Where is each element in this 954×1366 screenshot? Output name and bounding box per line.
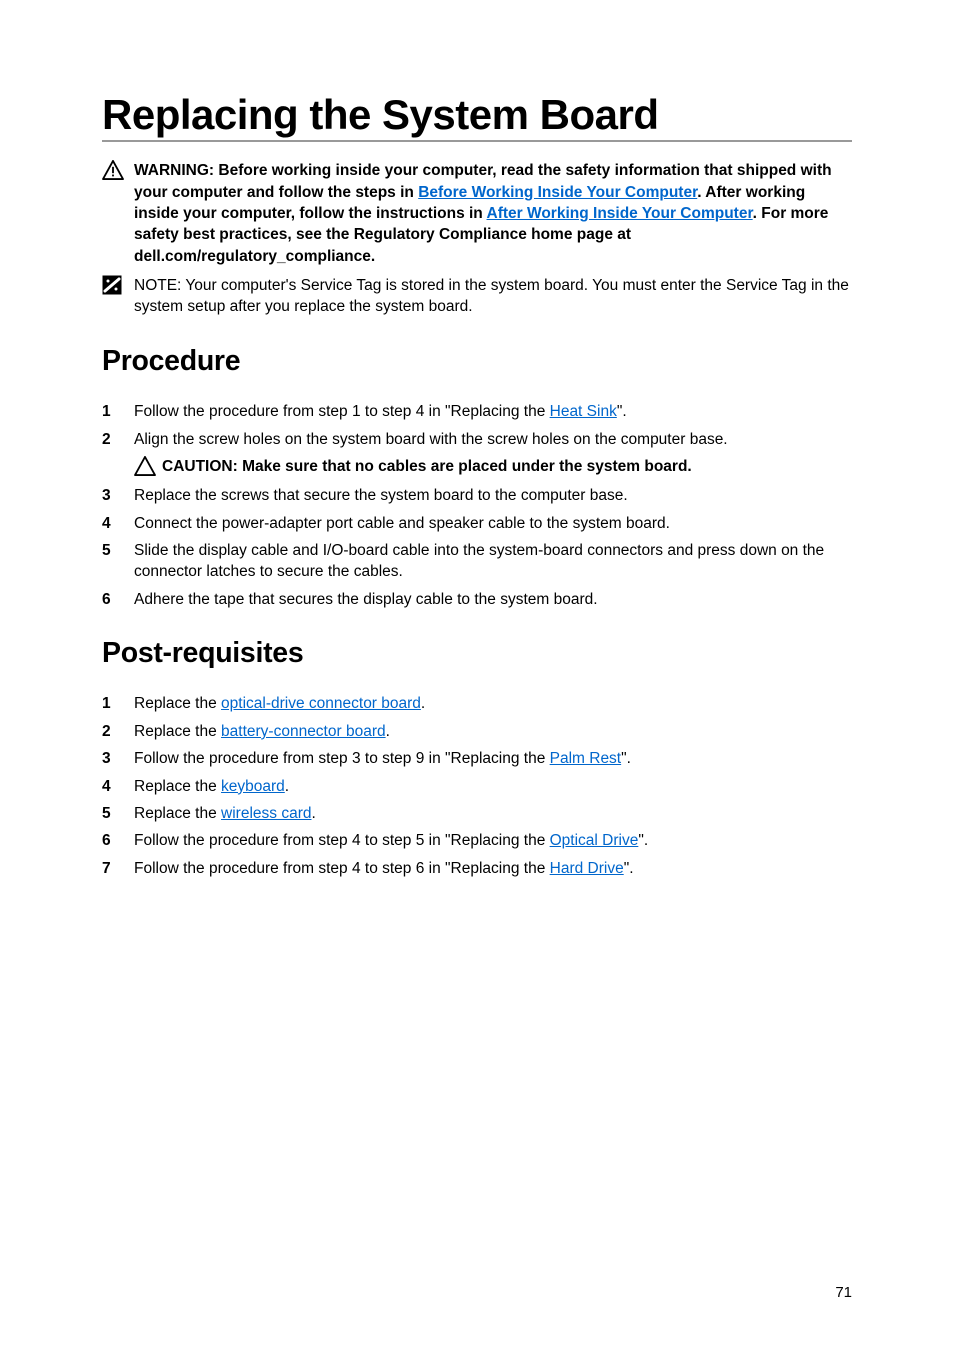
caution-callout: CAUTION: Make sure that no cables are pl… (134, 456, 852, 477)
step-text: Replace the (134, 805, 221, 822)
step-text: ". (624, 860, 634, 877)
step-text: Follow the procedure from step 4 to step… (134, 832, 550, 849)
link-hard-drive[interactable]: Hard Drive (550, 860, 624, 877)
step-number: 5 (102, 540, 134, 561)
post-requisites-list: 1 Replace the optical-drive connector bo… (102, 693, 852, 879)
step-text: Replace the (134, 695, 221, 712)
caution-text: CAUTION: Make sure that no cables are pl… (162, 456, 852, 477)
link-heat-sink[interactable]: Heat Sink (550, 403, 617, 420)
warning-icon (102, 160, 134, 180)
step-text: ". (638, 832, 648, 849)
step-number: 2 (102, 721, 134, 742)
step-text: Replace the (134, 778, 221, 795)
step-number: 7 (102, 858, 134, 879)
step-number: 4 (102, 776, 134, 797)
step-text: Follow the procedure from step 1 to step… (134, 403, 550, 420)
step-text: Replace the screws that secure the syste… (134, 485, 852, 506)
caution-icon (134, 456, 162, 476)
step-text: . (421, 695, 425, 712)
procedure-list-cont: 3 Replace the screws that secure the sys… (102, 485, 852, 610)
step-text: Slide the display cable and I/O-board ca… (134, 540, 852, 583)
procedure-heading: Procedure (102, 342, 852, 381)
step-text: ". (621, 750, 631, 767)
link-keyboard[interactable]: keyboard (221, 778, 285, 795)
page-number: 71 (835, 1283, 852, 1304)
link-optical-drive-connector-board[interactable]: optical-drive connector board (221, 695, 421, 712)
note-icon (102, 275, 134, 295)
step-number: 6 (102, 589, 134, 610)
step-number: 2 (102, 429, 134, 450)
step-number: 5 (102, 803, 134, 824)
step-text: ". (617, 403, 627, 420)
step-number: 3 (102, 748, 134, 769)
step-text: . (386, 723, 390, 740)
note-callout: NOTE: Your computer's Service Tag is sto… (102, 275, 852, 318)
link-battery-connector-board[interactable]: battery-connector board (221, 723, 386, 740)
step-number: 3 (102, 485, 134, 506)
link-after-working[interactable]: After Working Inside Your Computer (487, 205, 753, 222)
post-requisites-heading: Post-requisites (102, 634, 852, 673)
step-text: Follow the procedure from step 3 to step… (134, 750, 550, 767)
link-palm-rest[interactable]: Palm Rest (550, 750, 622, 767)
link-before-working[interactable]: Before Working Inside Your Computer (418, 184, 697, 201)
step-text: Connect the power-adapter port cable and… (134, 513, 852, 534)
link-optical-drive[interactable]: Optical Drive (550, 832, 639, 849)
link-wireless-card[interactable]: wireless card (221, 805, 311, 822)
step-text: Align the screw holes on the system boar… (134, 429, 852, 450)
note-text: Your computer's Service Tag is stored in… (134, 277, 849, 315)
note-prefix: NOTE: (134, 277, 185, 294)
warning-callout: WARNING: Before working inside your comp… (102, 160, 852, 267)
step-text: Follow the procedure from step 4 to step… (134, 860, 550, 877)
step-text: Replace the (134, 723, 221, 740)
step-number: 1 (102, 693, 134, 714)
step-text: . (285, 778, 289, 795)
step-text: Adhere the tape that secures the display… (134, 589, 852, 610)
title-divider (102, 140, 852, 142)
step-text: . (311, 805, 315, 822)
step-number: 4 (102, 513, 134, 534)
procedure-list: 1 Follow the procedure from step 1 to st… (102, 401, 852, 450)
step-number: 1 (102, 401, 134, 422)
page-title: Replacing the System Board (102, 92, 852, 138)
step-number: 6 (102, 830, 134, 851)
